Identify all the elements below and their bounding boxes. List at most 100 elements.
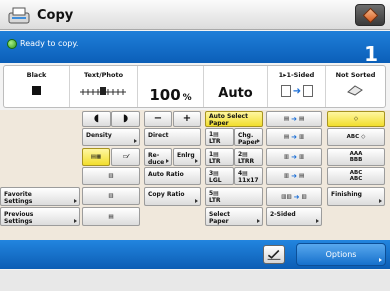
two-to-one-sided-button[interactable]: ▥ ➜ ▤ — [266, 167, 322, 185]
settings-check-button[interactable] — [263, 245, 285, 264]
paper-drawer-4-button[interactable]: 3▤ LGL — [205, 167, 234, 185]
enlarge-button[interactable]: Enlrg — [173, 148, 201, 166]
paper-drawer-2-size: LTR — [209, 158, 221, 165]
reduce-arrow-icon — [166, 159, 169, 163]
auto-ratio-button[interactable]: Auto Ratio — [144, 167, 201, 185]
chg-paper-button[interactable]: Chg. Paper — [234, 128, 263, 146]
two-to-two-sided-button[interactable]: ▥ ➜ ▥ — [266, 148, 322, 166]
favorite-settings-label: Favorite Settings — [4, 191, 33, 205]
two-sided-button[interactable]: 2-Sided — [266, 207, 322, 226]
footer — [0, 270, 390, 291]
paper-drawer-6-size: LTR — [209, 197, 221, 204]
direct-button[interactable]: Direct — [144, 128, 201, 146]
collate-label-1: ABC — [346, 134, 360, 140]
auto-select-paper-label: Auto Select Paper — [209, 113, 248, 127]
sided-setting[interactable]: 1▸1-Sided ➜ — [268, 66, 326, 107]
settings-panel: Black Text/Photo 100% Auto 1▸1-Sided ➜ N… — [3, 65, 386, 108]
lighter-icon: ◖ — [93, 113, 100, 124]
paper-value: Auto — [218, 86, 253, 101]
group-label-2: BBB — [349, 157, 363, 163]
auto-select-paper-button[interactable]: Auto Select Paper — [205, 111, 263, 127]
copy-icon — [8, 7, 30, 24]
finishing-label: Not Sorted — [335, 71, 376, 79]
finishing-setting[interactable]: Not Sorted — [326, 66, 385, 107]
offset-label-2: ABC — [349, 176, 363, 182]
original-map-button[interactable]: ▥ — [82, 187, 140, 205]
finishing-offset-button[interactable]: ABC ABC — [327, 167, 385, 185]
reduce-button[interactable]: Re- duce — [144, 148, 172, 166]
paper-drawer-5-button[interactable]: 4▤ 11x17 — [234, 167, 263, 185]
original-text-button[interactable]: ▥ — [82, 167, 140, 185]
enlarge-label: Enlrg — [177, 152, 195, 159]
finishing-collate-button[interactable]: ABC ◇ — [327, 128, 385, 146]
density-func-label: Density — [86, 132, 112, 139]
printed-icon: ▤ — [108, 213, 114, 220]
book-to-two-sided-button[interactable]: ▥▥ ➜ ▥ — [266, 187, 322, 206]
original-photo-button[interactable]: ▭⁄ — [111, 148, 140, 166]
status-message: Ready to copy. — [20, 39, 79, 48]
options-button[interactable]: Options — [296, 243, 386, 266]
density-button[interactable]: Density — [82, 128, 140, 146]
book-sided-icon: ▥▥ ➜ ▥ — [281, 192, 307, 201]
sided-label: 1▸1-Sided — [278, 71, 315, 79]
paper-drawer-3-button[interactable]: 2▤ LTRR — [234, 148, 263, 166]
select-paper-button[interactable]: Select Paper — [205, 207, 263, 226]
paper-drawer-3-size-suffix: R — [249, 158, 255, 165]
select-paper-label: Select Paper — [209, 211, 230, 225]
chg-paper-label: Chg. Paper — [238, 132, 258, 146]
text-icon: ▥ — [108, 173, 114, 179]
finishing-icon — [347, 85, 363, 96]
select-paper-arrow-icon — [257, 219, 260, 223]
ratio-minus-button[interactable]: − — [144, 111, 172, 127]
ratio-setting[interactable]: 100% — [138, 66, 204, 107]
finishing-func-label: Finishing — [331, 191, 362, 198]
density-label: Text/Photo — [83, 71, 124, 79]
copy-ratio-button[interactable]: Copy Ratio — [144, 187, 201, 206]
one-to-two-sided-icon: ▤ ➜ ▥ — [283, 133, 305, 141]
check-icon — [267, 249, 281, 260]
auto-ratio-label: Auto Ratio — [148, 171, 184, 178]
paper-drawer-3-size: LTRR — [238, 158, 254, 165]
density-arrow-icon — [134, 139, 137, 143]
ratio-number: 100 — [149, 86, 181, 104]
original-printed-button[interactable]: ▤ — [82, 207, 140, 226]
status-bar: Ready to copy. 1 — [0, 31, 390, 66]
finishing-button[interactable]: Finishing — [327, 187, 385, 206]
density-lighter-button[interactable]: ◖ — [82, 111, 111, 127]
two-sided-label: 2-Sided — [270, 211, 296, 218]
density-setting[interactable]: Text/Photo — [70, 66, 138, 107]
original-textphoto-button[interactable]: ▤▦ — [82, 148, 110, 166]
title-bar: Copy — [0, 0, 390, 30]
plus-icon: + — [182, 113, 192, 124]
finishing-group-button[interactable]: AAA BBB — [327, 148, 385, 166]
color-setting[interactable]: Black — [4, 66, 70, 107]
bottom-bar: Options — [0, 240, 390, 269]
one-to-one-sided-button[interactable]: ▤ ➜ ▤ — [266, 111, 322, 127]
text-photo-icon: ▤▦ — [90, 154, 102, 160]
paper-drawer-1-button[interactable]: 1▤ LTR — [205, 128, 234, 146]
offset-icon: ABC ABC — [328, 168, 384, 184]
paper-drawer-2-button[interactable]: 1▤ LTR — [205, 148, 234, 166]
ready-icon — [7, 39, 17, 49]
ratio-plus-button[interactable]: + — [173, 111, 201, 127]
color-label: Black — [26, 71, 47, 79]
previous-settings-button[interactable]: Previous Settings — [0, 207, 80, 226]
not-sorted-icon: ◇ — [353, 116, 359, 122]
drawer-4-icon: 3▤ — [209, 170, 219, 177]
paper-setting[interactable]: Auto — [204, 66, 268, 107]
drawer-1-icon: 1▤ — [209, 131, 219, 138]
tray-icon — [362, 7, 379, 24]
favorite-settings-button[interactable]: Favorite Settings — [0, 187, 80, 206]
color-icon — [32, 86, 41, 95]
darker-icon: ◗ — [122, 113, 129, 124]
two-sided-arrow-icon — [316, 219, 319, 223]
minus-icon: − — [153, 113, 163, 124]
drawer-3-icon: 2▤ — [238, 151, 248, 158]
finishing-not-sorted-button[interactable]: ◇ — [327, 111, 385, 127]
density-darker-button[interactable]: ◗ — [111, 111, 140, 127]
ratio-value: 100% — [138, 86, 203, 104]
one-to-two-sided-button[interactable]: ▤ ➜ ▥ — [266, 128, 322, 146]
tray-button[interactable] — [355, 4, 385, 26]
previous-arrow-icon — [74, 219, 77, 223]
paper-drawer-6-button[interactable]: 5▤ LTR — [205, 187, 263, 206]
